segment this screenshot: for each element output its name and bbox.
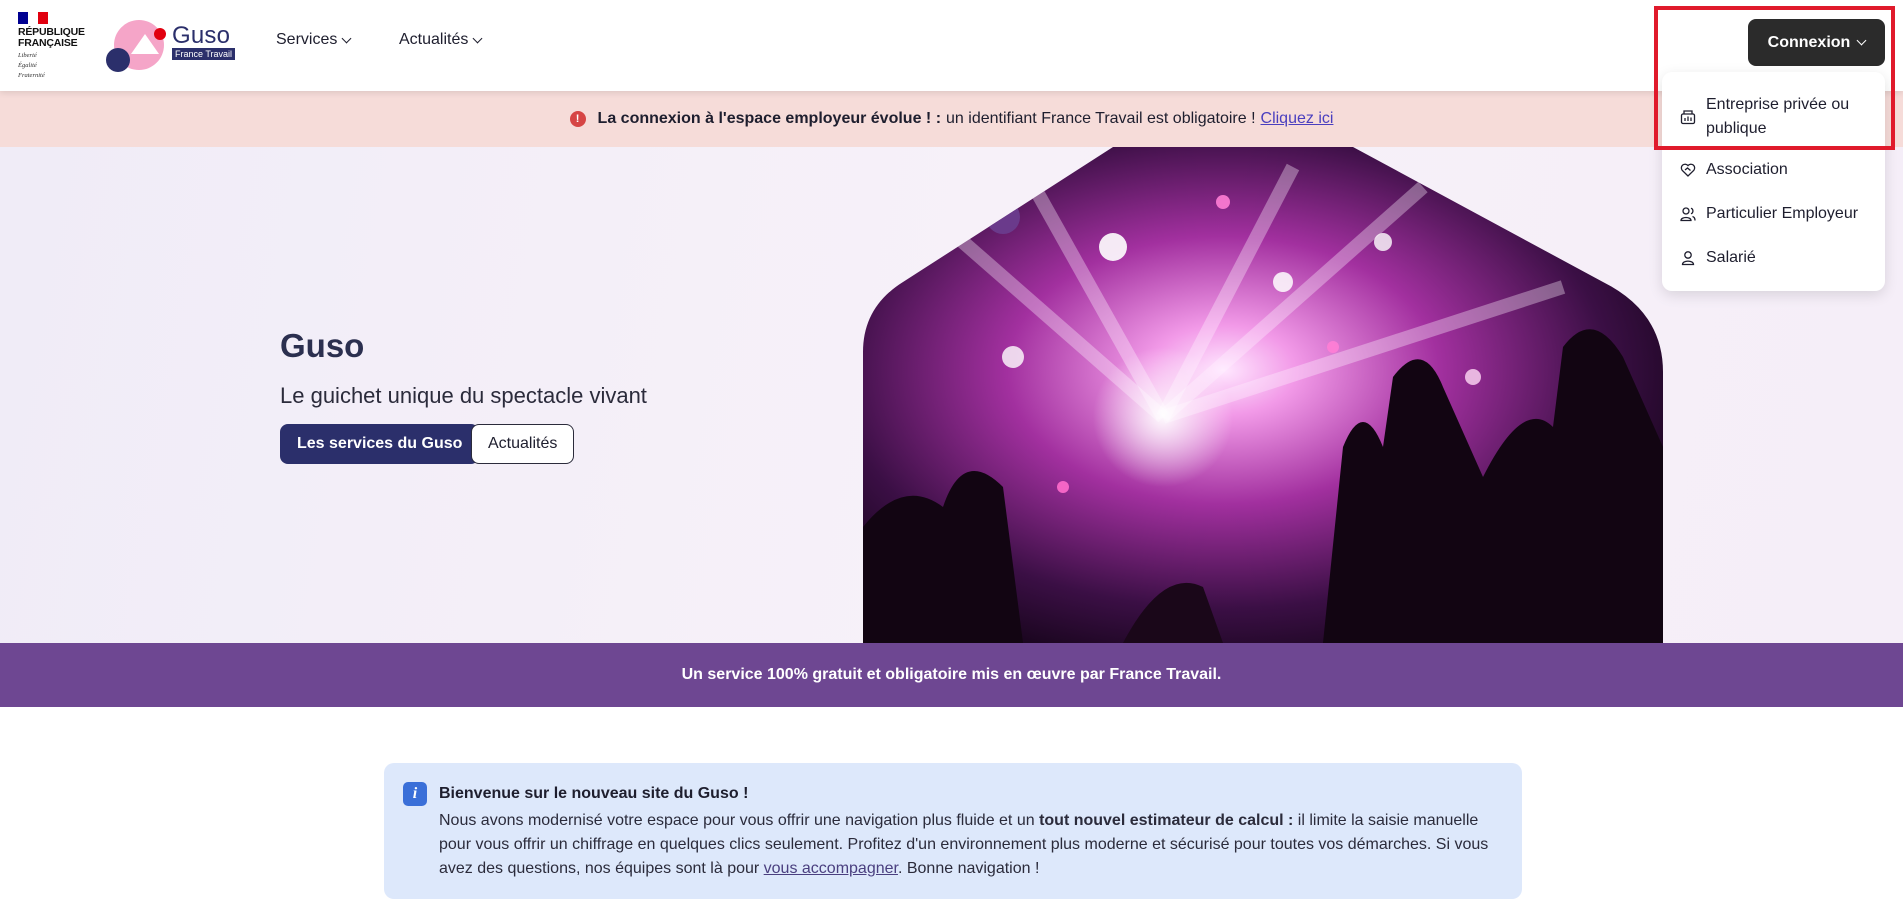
hero-title: Guso (280, 327, 365, 364)
alert-banner: ! La connexion à l'espace employeur évol… (0, 91, 1903, 147)
alert-link[interactable]: Cliquez ici (1261, 110, 1334, 128)
hero-subtitle: Le guichet unique du spectacle vivant (280, 383, 647, 408)
menu-item-entreprise-line2: publique (1706, 120, 1767, 137)
alert-text: un identifiant France Travail est obliga… (946, 110, 1256, 127)
services-button[interactable]: Les services du Guso (280, 424, 480, 464)
rf-motto-line3: Fraternité (18, 72, 45, 79)
menu-item-particulier-label: Particulier Employeur (1706, 205, 1859, 222)
rf-motto-line2: Égalité (18, 62, 37, 69)
info-title: Bienvenue sur le nouveau site du Guso ! (439, 785, 749, 802)
nav-services[interactable]: Services (276, 31, 352, 49)
user-icon (1681, 251, 1695, 266)
service-band-text: Un service 100% gratuit et obligatoire m… (681, 666, 1222, 683)
handshake-heart-icon (1680, 163, 1696, 177)
info-body-bold: tout nouvel estimateur de calcul : (1039, 812, 1294, 829)
alert-bold-text: La connexion à l'espace employeur évolue… (597, 110, 942, 127)
building-chart-icon (1680, 110, 1696, 125)
connexion-label: Connexion (1767, 33, 1851, 51)
nav-actualites-label: Actualités (399, 31, 469, 48)
nav-services-label: Services (276, 31, 338, 48)
menu-item-entreprise-line1: Entreprise privée ou (1706, 96, 1850, 113)
menu-item-salarie-label: Salarié (1706, 249, 1756, 266)
nav-actualites[interactable]: Actualités (399, 31, 483, 49)
menu-item-association[interactable]: Association (1680, 161, 1788, 179)
logo-red-dot (154, 28, 166, 40)
rf-name-line2: FRANÇAISE (18, 37, 78, 49)
menu-item-association-label: Association (1706, 161, 1788, 178)
site-header: RÉPUBLIQUE FRANÇAISE Liberté Égalité Fra… (0, 0, 1903, 91)
logo-navy-circle (106, 48, 130, 72)
menu-item-particulier[interactable]: Particulier Employeur (1680, 205, 1858, 223)
actualites-button[interactable]: Actualités (471, 424, 575, 464)
connexion-button[interactable]: Connexion (1748, 19, 1885, 66)
menu-item-salarie[interactable]: Salarié (1680, 249, 1756, 267)
connexion-dropdown-menu: Entreprise privée ou publique Associatio… (1662, 72, 1885, 291)
info-body-link[interactable]: vous accompagner (764, 860, 898, 877)
chevron-down-icon (472, 33, 483, 43)
guso-logo-subtitle: France Travail (172, 48, 236, 60)
rf-motto-line1: Liberté (18, 52, 37, 59)
hero-section: Guso Le guichet unique du spectacle viva… (0, 147, 1903, 643)
concert-image (863, 147, 1663, 643)
info-body: Nous avons modernisé votre espace pour v… (439, 809, 1489, 881)
guso-logo-word: Guso (172, 22, 231, 49)
user-group-icon (1680, 207, 1696, 222)
menu-item-entreprise-label: Entreprise privée ou publique (1706, 93, 1849, 141)
republique-francaise-logo[interactable]: RÉPUBLIQUE FRANÇAISE Liberté Égalité Fra… (18, 12, 90, 79)
menu-item-entreprise[interactable]: Entreprise privée ou publique (1680, 93, 1849, 141)
alert-icon: ! (569, 111, 586, 127)
info-body-start: Nous avons modernisé votre espace pour v… (439, 812, 1040, 829)
chevron-down-icon (1856, 35, 1867, 46)
guso-logo[interactable]: Guso France Travail (104, 18, 236, 74)
service-band: Un service 100% gratuit et obligatoire m… (0, 643, 1903, 707)
french-flag-icon (18, 12, 48, 24)
info-icon: i (403, 782, 427, 806)
chevron-down-icon (341, 33, 352, 43)
info-box: i Bienvenue sur le nouveau site du Guso … (384, 763, 1522, 899)
info-body-end: . Bonne navigation ! (897, 860, 1040, 877)
